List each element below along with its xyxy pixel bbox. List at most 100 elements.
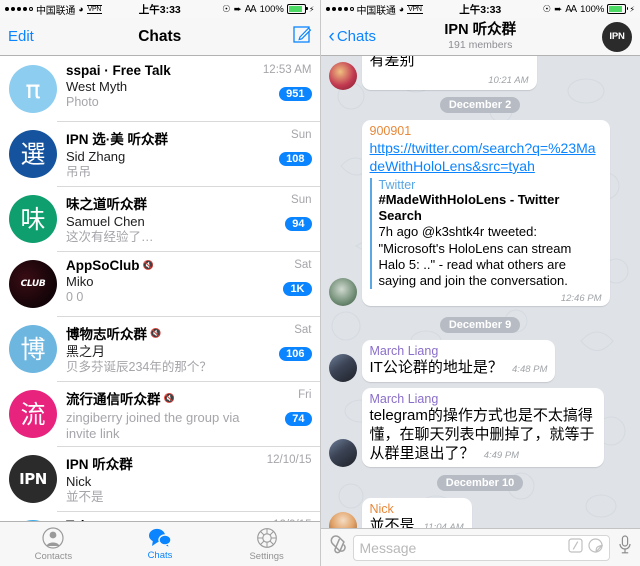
message-area[interactable]: 有差别 10:21 AM December 2 900901 https://t…: [320, 56, 640, 528]
list-item-preview: 吊吊: [66, 165, 92, 180]
wifi-icon: ◕: [78, 4, 84, 14]
list-item-time: Sat: [294, 324, 312, 336]
list-item-meta: Sat 106: [254, 322, 312, 381]
list-item[interactable]: Telegram ✓ 12/9/15: [0, 511, 320, 521]
message-bubble[interactable]: March Liang telegram的操作方式也是不太搞得懂，在聊天列表中删…: [361, 388, 604, 468]
avatar[interactable]: [328, 61, 357, 90]
date-separator: December 9: [439, 317, 521, 334]
message-bubble[interactable]: 900901 https://twitter.com/search?q=%23M…: [361, 119, 610, 307]
input-field-icons: [567, 537, 604, 558]
message-text: IT公论群的地址是？ 4:48 PM: [370, 359, 548, 378]
mute-icon: 🔇: [163, 392, 175, 403]
message-text-value: telegram的操作方式也是不太搞得懂，在聊天列表中删掉了，就等于从群里退出了…: [369, 407, 595, 462]
avatar: CLUB: [9, 260, 57, 308]
chat-name: AppSoClub: [66, 258, 140, 273]
tab-settings[interactable]: Settings: [227, 527, 307, 562]
do-not-disturb-icon: ☉: [542, 3, 552, 15]
list-item[interactable]: π sspai · Free Talk West Myth Photo 12:5…: [0, 56, 320, 121]
message-row[interactable]: March Liang telegram的操作方式也是不太搞得懂，在聊天列表中删…: [328, 388, 632, 468]
message-row[interactable]: 有差别 10:21 AM: [328, 56, 632, 90]
list-item-sender: Nick: [66, 474, 92, 489]
list-item-preview: 这次有经验了…: [66, 230, 154, 245]
link-preview-site: Twitter: [378, 178, 416, 193]
list-item[interactable]: IPN IPN 听众群 Nick 並不是 12/10/15: [0, 446, 320, 511]
edit-button[interactable]: Edit: [8, 28, 34, 45]
message-sender[interactable]: 900901: [370, 124, 602, 138]
list-item-title: 流行通信听众群 🔇: [66, 388, 254, 408]
conversation-pane: 中国联通 ◕ VPN 上午3:33 ☉ ➨ Ꜳ 100% ⚡ ‹ Chats I…: [319, 0, 640, 566]
list-item-body: 味之道听众群 Samuel Chen 这次有经验了…: [57, 192, 254, 251]
battery-percent-label: 100%: [580, 3, 605, 15]
message-bubble[interactable]: 有差别 10:21 AM: [361, 56, 537, 90]
app-screen: 中国联通 ◕ VPN 上午3:33 ☉ ➨ Ꜳ 100% ⚡ Edit Chat…: [0, 0, 640, 566]
mute-icon: 🔇: [142, 260, 154, 270]
list-item[interactable]: 流 流行通信听众群 🔇 zingiberry joined the group …: [0, 381, 320, 446]
message-bubble[interactable]: March Liang IT公论群的地址是？ 4:48 PM: [361, 340, 556, 383]
message-input-bar: Message: [320, 528, 640, 566]
list-item-sender: Sid Zhang: [66, 149, 126, 164]
chat-name: 流行通信听众群: [66, 392, 161, 407]
avatar[interactable]: [328, 439, 357, 468]
list-item-preview: Photo: [66, 95, 99, 110]
message-list: 有差别 10:21 AM December 2 900901 https://t…: [321, 56, 640, 528]
vpn-indicator: VPN: [407, 4, 423, 14]
location-arrow-icon: ➨: [554, 3, 563, 15]
list-item[interactable]: 選 IPN 选·美 听众群 Sid Zhang 吊吊 Sun 108: [0, 121, 320, 186]
list-item[interactable]: 味 味之道听众群 Samuel Chen 这次有经验了… Sun 94: [0, 186, 320, 251]
carrier-label: 中国联通: [356, 5, 396, 17]
message-placeholder: Message: [359, 539, 417, 556]
list-item-body: AppSoClub 🔇 Miko 0 0: [57, 257, 254, 316]
tab-label: Contacts: [34, 550, 73, 562]
avatar: 選: [9, 130, 57, 178]
conversation-title: IPN 听众群: [444, 22, 517, 39]
contacts-icon: [42, 526, 64, 549]
chat-name: 博物志听众群: [66, 327, 147, 342]
message-row[interactable]: Nick 並不是 11:04 AM: [328, 498, 632, 528]
avatar-text: 味: [20, 204, 46, 234]
message-time: 4:48 PM: [512, 364, 548, 376]
list-item-body: 流行通信听众群 🔇 zingiberry joined the group vi…: [57, 387, 254, 446]
chat-list[interactable]: π sspai · Free Talk West Myth Photo 12:5…: [0, 56, 320, 521]
chat-name: 味之道听众群: [66, 197, 147, 212]
avatar[interactable]: [328, 512, 357, 528]
slash-command-icon[interactable]: [567, 537, 583, 558]
tab-chats[interactable]: Chats: [120, 527, 200, 561]
avatar[interactable]: [328, 354, 357, 383]
conversation-nav-bar: ‹ Chats IPN 听众群 191 members IPN: [320, 18, 640, 56]
tab-label: Chats: [147, 550, 173, 561]
message-time: 10:21 AM: [488, 74, 529, 86]
avatar[interactable]: [328, 278, 357, 307]
avatar: 流: [9, 390, 57, 438]
back-button[interactable]: ‹ Chats: [329, 27, 377, 46]
conversation-title-block: IPN 听众群 191 members: [381, 22, 581, 51]
sticker-icon[interactable]: [587, 537, 604, 558]
message-sender[interactable]: Nick: [370, 502, 464, 516]
conversation-subtitle: 191 members: [448, 38, 513, 51]
message-bubble[interactable]: Nick 並不是 11:04 AM: [361, 498, 472, 528]
charging-bolt-icon: ⚡: [629, 4, 635, 14]
conversation-avatar[interactable]: IPN: [602, 21, 632, 52]
list-item-title: 博物志听众群 🔇: [66, 323, 254, 343]
list-item-meta: Sun 94: [254, 192, 312, 251]
compose-icon[interactable]: [292, 24, 312, 49]
unread-badge: 94: [285, 217, 312, 231]
message-input[interactable]: Message: [352, 534, 610, 561]
message-row[interactable]: March Liang IT公论群的地址是？ 4:48 PM: [328, 340, 632, 383]
microphone-icon[interactable]: [617, 534, 633, 561]
list-item[interactable]: CLUB AppSoClub 🔇 Miko 0 0 Sat 1K: [0, 251, 320, 316]
message-link[interactable]: https://twitter.com/search?q=%23MadeWith…: [370, 139, 602, 175]
list-item[interactable]: 博 博物志听众群 🔇 黑之月 贝多芬诞辰234年的那个？ Sat 106: [0, 316, 320, 381]
tab-contacts[interactable]: Contacts: [13, 526, 93, 562]
list-item-time: Fri: [298, 389, 312, 401]
message-row[interactable]: 900901 https://twitter.com/search?q=%23M…: [328, 119, 632, 307]
unread-badge: 74: [285, 412, 312, 426]
paperclip-icon[interactable]: [328, 535, 346, 560]
message-sender[interactable]: March Liang: [370, 392, 596, 406]
list-item-sender: 黑之月: [66, 344, 106, 359]
message-sender[interactable]: March Liang: [370, 344, 548, 358]
list-item-preview: 0 0: [66, 290, 84, 305]
left-nav-bar: Edit Chats: [0, 18, 320, 56]
list-item-time: Sun: [291, 194, 312, 206]
list-item-preview: 並不是: [66, 490, 104, 505]
link-preview[interactable]: Twitter #MadeWithHoloLens - Twitter Sear…: [369, 178, 602, 290]
